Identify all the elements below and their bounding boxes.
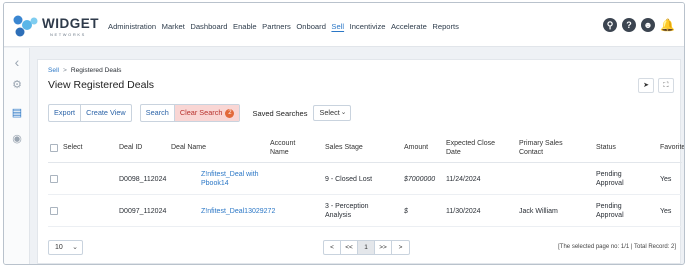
bell-icon[interactable]: 🔔: [660, 18, 675, 32]
menu-item-sell[interactable]: Sell: [331, 22, 344, 31]
row-select-cell: [50, 196, 58, 226]
sales-stage: 9 - Closed Lost: [325, 175, 373, 183]
menu-item-incentivize[interactable]: Incentivize: [350, 22, 386, 31]
table-row: D0098_112024 Z!nfitest_Deal with Pbook14…: [48, 164, 682, 195]
clear-search-label: Clear Search: [179, 108, 223, 117]
header-account-name[interactable]: Account Name: [270, 133, 306, 162]
saved-searches-select[interactable]: Select ⌄: [313, 105, 352, 121]
chevron-down-icon: ⌄: [72, 244, 78, 251]
status: Pending Approval: [596, 171, 624, 187]
sales-stage: 3 - Perception Analysis: [325, 203, 369, 219]
favorite: Yes: [660, 175, 672, 183]
badge-icon[interactable]: ◉: [10, 132, 24, 146]
last-page-button[interactable]: >: [392, 241, 409, 254]
deals-document-icon[interactable]: ▤: [10, 106, 24, 120]
header-favorite[interactable]: Favorite: [660, 133, 684, 162]
toolbar: Export Create View Search Clear Search 2…: [48, 104, 352, 122]
deal-id: D0097_112024: [119, 207, 167, 215]
export-group: Export Create View: [48, 104, 132, 122]
header-select: Select: [63, 144, 83, 151]
deal-name-link[interactable]: Z!nfitest_Deal13029272: [201, 196, 275, 226]
collapse-chevron-icon[interactable]: ‹: [10, 55, 24, 69]
main-menu: Administration Market Dashboard Enable P…: [108, 22, 464, 31]
clear-search-button[interactable]: Clear Search 2: [174, 105, 240, 121]
header-deal-name[interactable]: Deal Name: [171, 133, 206, 162]
logo-mark-icon: [13, 15, 38, 37]
help-icon[interactable]: ?: [622, 18, 636, 32]
header-deal-id[interactable]: Deal ID: [119, 133, 142, 162]
row-select-cell: [50, 164, 58, 194]
row-checkbox[interactable]: [50, 207, 58, 215]
status: Pending Approval: [596, 203, 624, 219]
amount: $: [404, 207, 408, 215]
create-view-button[interactable]: Create View: [81, 105, 131, 121]
next-page-button[interactable]: >>: [375, 241, 392, 254]
fullscreen-icon[interactable]: ⛶: [658, 78, 674, 93]
brand-logo[interactable]: WIDGET NETWORKS: [12, 13, 102, 39]
search-button[interactable]: Search: [141, 105, 175, 121]
primary-sales-contact: Jack William: [519, 207, 558, 215]
menu-item-accelerate[interactable]: Accelerate: [391, 22, 427, 31]
pagination: < << 1 >> >: [323, 240, 410, 255]
hierarchy-icon[interactable]: ⚙: [10, 78, 24, 92]
user-icon[interactable]: ☻: [641, 18, 655, 32]
side-rail: ‹ ⚙ ▤ ◉: [4, 48, 30, 264]
page-size-select[interactable]: 10 ⌄: [48, 240, 83, 255]
current-page-button[interactable]: 1: [358, 241, 375, 254]
deals-panel: Sell > Registered Deals View Registered De…: [37, 59, 684, 264]
search-icon[interactable]: ⚲: [603, 18, 617, 32]
breadcrumb-current: Registered Deals: [70, 67, 122, 74]
breadcrumb: Sell > Registered Deals: [48, 67, 121, 74]
amount: $7000000: [404, 175, 436, 183]
menu-item-reports[interactable]: Reports: [432, 22, 459, 31]
expected-close-date: 11/30/2024: [446, 207, 481, 215]
menu-item-onboard[interactable]: Onboard: [296, 22, 326, 31]
select-all-group: Select: [50, 133, 82, 162]
expected-close-date: 11/24/2024: [446, 175, 481, 183]
pin-icon[interactable]: ➤: [638, 78, 654, 93]
select-all-checkbox[interactable]: [50, 143, 58, 152]
breadcrumb-separator-icon: >: [63, 67, 67, 74]
brand-name: WIDGET: [42, 16, 99, 31]
chevron-down-icon: ⌄: [340, 109, 347, 116]
panel-tools: ➤ ⛶: [638, 78, 674, 93]
top-icons: ⚲ ? ☻ 🔔: [603, 18, 675, 32]
menu-item-dashboard[interactable]: Dashboard: [190, 22, 227, 31]
clear-search-count-badge: 2: [225, 108, 235, 118]
table-header: Select Deal ID Deal Name Account Name Sa…: [48, 133, 684, 163]
header-sales-stage[interactable]: Sales Stage: [325, 133, 363, 162]
top-navbar: WIDGET NETWORKS Administration Market Da…: [4, 3, 684, 47]
prev-page-button[interactable]: <<: [341, 241, 358, 254]
table-row: D0097_112024 Z!nfitest_Deal13029272 3 - …: [48, 196, 682, 227]
breadcrumb-sell-link[interactable]: Sell: [48, 67, 59, 74]
header-status[interactable]: Status: [596, 133, 616, 162]
app-window: WIDGET NETWORKS Administration Market Da…: [3, 2, 685, 265]
favorite: Yes: [660, 207, 672, 215]
menu-item-partners[interactable]: Partners: [262, 22, 291, 31]
row-checkbox[interactable]: [50, 175, 58, 183]
page-size-value: 10: [55, 244, 63, 251]
page-title: View Registered Deals: [48, 79, 155, 91]
first-page-button[interactable]: <: [324, 241, 341, 254]
deal-name-link[interactable]: Z!nfitest_Deal with Pbook14: [201, 164, 281, 194]
saved-searches-value: Select: [319, 108, 340, 117]
search-group: Search Clear Search 2: [139, 104, 241, 122]
menu-item-enable[interactable]: Enable: [233, 22, 257, 31]
deal-id: D0098_112024: [119, 175, 167, 183]
export-button[interactable]: Export: [49, 105, 82, 121]
page-info: [The selected page no: 1/1 | Total Recor…: [558, 244, 676, 250]
saved-searches-label: Saved Searches: [252, 108, 308, 118]
header-expected-close-date[interactable]: Expected Close Date: [446, 133, 510, 162]
header-amount[interactable]: Amount: [404, 133, 428, 162]
menu-item-market[interactable]: Market: [162, 22, 185, 31]
brand-tagline: NETWORKS: [50, 32, 86, 37]
menu-item-administration[interactable]: Administration: [108, 22, 156, 31]
header-primary-sales-contact[interactable]: Primary Sales Contact: [519, 133, 577, 162]
